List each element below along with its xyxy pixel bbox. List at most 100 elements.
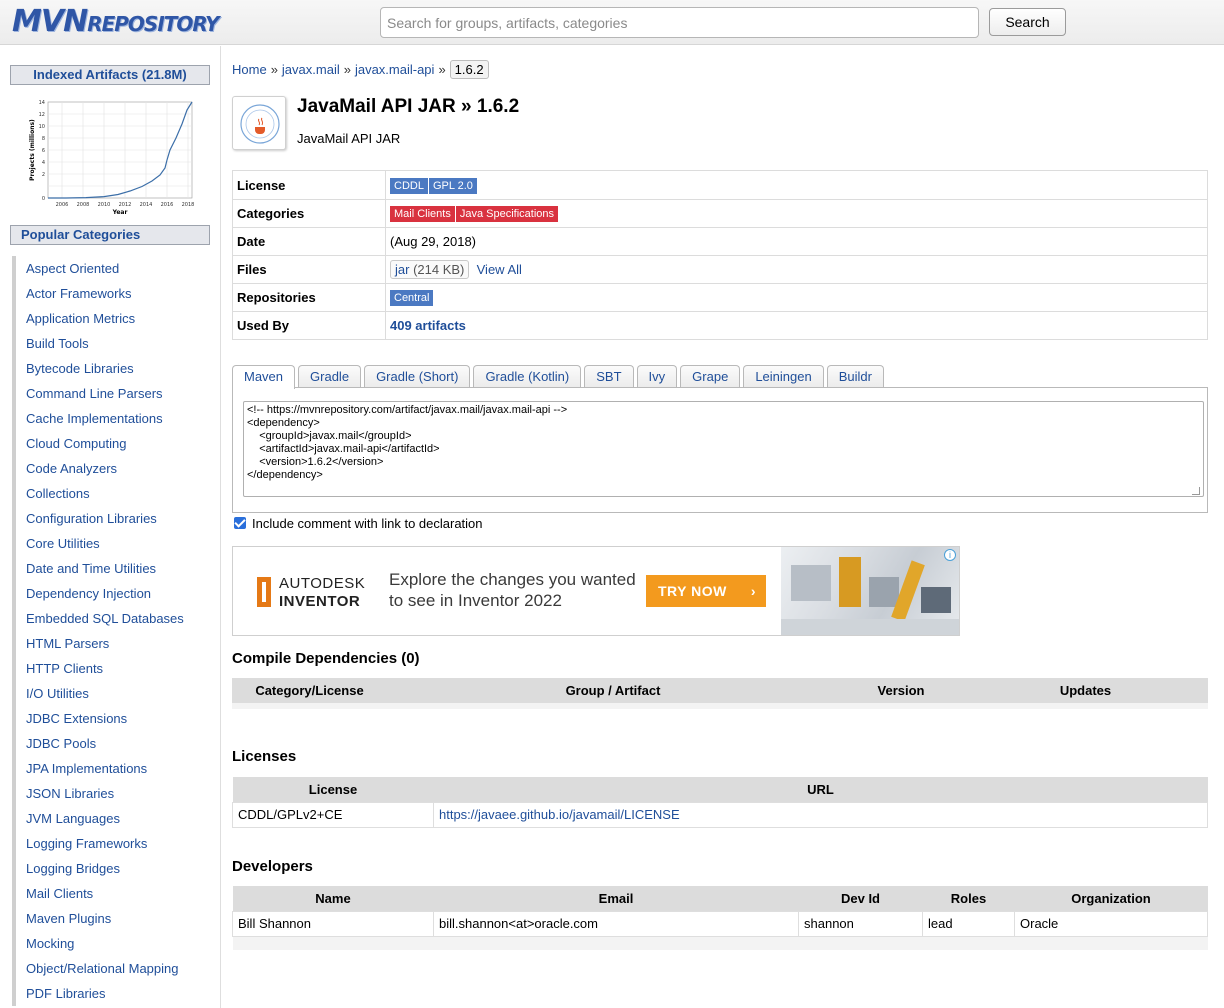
breadcrumb: Home» javax.mail» javax.mail-api» 1.6.2	[232, 60, 489, 80]
tab-maven[interactable]: Maven	[232, 365, 296, 389]
resize-grip-icon[interactable]	[1192, 487, 1200, 495]
advertisement-banner[interactable]: AUTODESK INVENTOR Explore the changes yo…	[232, 546, 960, 636]
y-tick: 10	[39, 124, 45, 130]
view-all-files-link[interactable]: View All	[477, 262, 522, 277]
category-item[interactable]: JDBC Pools	[12, 731, 212, 756]
ad-try-now-button[interactable]: TRY NOW ›	[646, 575, 766, 607]
category-item[interactable]: HTML Parsers	[12, 631, 212, 656]
x-tick: 2016	[161, 202, 174, 208]
tab-sbt[interactable]: SBT	[584, 365, 634, 388]
breadcrumb-artifact[interactable]: javax.mail-api	[355, 62, 434, 77]
chart-ylabel: Projects (millions)	[29, 119, 36, 181]
category-item[interactable]: Core Utilities	[12, 531, 212, 556]
table-row: Bill Shannon bill.shannon<at>oracle.com …	[232, 910, 1208, 937]
compile-dependencies-title: Compile Dependencies (0)	[232, 650, 420, 667]
category-item[interactable]: PDF Libraries	[12, 981, 212, 1006]
category-item[interactable]: Build Tools	[12, 331, 212, 356]
tab-gradle-kotlin[interactable]: Gradle (Kotlin)	[473, 365, 582, 388]
category-item[interactable]: Mocking	[12, 931, 212, 956]
y-tick: 2	[42, 172, 45, 178]
x-tick: 2010	[98, 202, 111, 208]
category-item[interactable]: Application Metrics	[12, 306, 212, 331]
tab-leiningen[interactable]: Leiningen	[743, 365, 824, 388]
category-item[interactable]: Code Analyzers	[12, 456, 212, 481]
category-item[interactable]: JSON Libraries	[12, 781, 212, 806]
category-item[interactable]: JPA Implementations	[12, 756, 212, 781]
ad-headline: Explore the changes you wanted to see in…	[389, 570, 636, 610]
category-item[interactable]: Mail Clients	[12, 881, 212, 906]
licenses-title: Licenses	[232, 748, 297, 765]
breadcrumb-group[interactable]: javax.mail	[282, 62, 340, 77]
breadcrumb-version: 1.6.2	[449, 60, 489, 79]
top-header: MVN REPOSITORY Search	[0, 0, 1224, 45]
table-row: CDDL/GPLv2+CE https://javaee.github.io/j…	[232, 801, 1208, 828]
page-title: JavaMail API JAR » 1.6.2	[297, 96, 520, 117]
category-item[interactable]: Object/Relational Mapping	[12, 956, 212, 981]
artifact-info-table: License CDDL GPL 2.0 Categories Mail Clie…	[232, 170, 1208, 340]
category-item[interactable]: Command Line Parsers	[12, 381, 212, 406]
indexed-artifacts-chart: 14 12 10 8 6 4 2 0 2006 2008 2010 2012 2…	[29, 100, 195, 216]
category-item[interactable]: Logging Frameworks	[12, 831, 212, 856]
x-tick: 2018	[182, 202, 195, 208]
category-item[interactable]: Actor Frameworks	[12, 281, 212, 306]
category-list: Aspect Oriented Actor Frameworks Applica…	[12, 256, 212, 1006]
y-tick: 0	[42, 196, 45, 202]
category-item[interactable]: HTTP Clients	[12, 656, 212, 681]
indexed-artifacts-heading[interactable]: Indexed Artifacts (21.8M)	[10, 65, 210, 85]
artifact-description: JavaMail API JAR	[297, 131, 401, 146]
category-item[interactable]: Collections	[12, 481, 212, 506]
dependency-snippet-textarea[interactable]: <!-- https://mvnrepository.com/artifact/…	[243, 401, 1204, 497]
used-by-link[interactable]: 409 artifacts	[390, 318, 466, 333]
category-item[interactable]: Embedded SQL Databases	[12, 606, 212, 631]
java-logo-icon	[232, 96, 286, 150]
sidebar: Indexed Artifacts (21.8M) 14 12 10 8 6 4…	[0, 46, 221, 1008]
developers-title: Developers	[232, 858, 313, 875]
repository-badge[interactable]: Central	[390, 290, 434, 306]
autodesk-inventor-icon	[257, 577, 271, 607]
x-tick: 2014	[140, 202, 153, 208]
category-item[interactable]: Configuration Libraries	[12, 506, 212, 531]
y-tick: 6	[42, 148, 45, 154]
tab-gradle[interactable]: Gradle	[298, 365, 362, 388]
x-tick: 2008	[77, 202, 90, 208]
info-row-repositories: Repositories Central	[232, 283, 1208, 312]
category-item[interactable]: JDBC Extensions	[12, 706, 212, 731]
x-tick: 2012	[119, 202, 132, 208]
mvnrepository-logo[interactable]: MVN REPOSITORY	[12, 4, 219, 40]
ad-machinery-image	[781, 547, 959, 635]
license-badge: CDDL	[390, 177, 428, 194]
category-item[interactable]: I/O Utilities	[12, 681, 212, 706]
tab-gradle-short[interactable]: Gradle (Short)	[364, 365, 471, 388]
search-button[interactable]: Search	[989, 8, 1066, 36]
popular-categories-heading: Popular Categories	[10, 225, 210, 245]
tab-buildr[interactable]: Buildr	[826, 365, 884, 388]
include-comment-option[interactable]: Include comment with link to declaration	[234, 514, 483, 532]
include-comment-checkbox[interactable]	[234, 517, 246, 529]
category-item[interactable]: Aspect Oriented	[12, 256, 212, 281]
category-item[interactable]: Cache Implementations	[12, 406, 212, 431]
category-item[interactable]: JVM Languages	[12, 806, 212, 831]
category-item[interactable]: Dependency Injection	[12, 581, 212, 606]
search-input[interactable]	[380, 7, 979, 38]
info-row-used-by: Used By 409 artifacts	[232, 311, 1208, 340]
ad-info-icon[interactable]: i	[944, 549, 956, 561]
breadcrumb-home[interactable]: Home	[232, 62, 267, 77]
tab-ivy[interactable]: Ivy	[636, 365, 678, 388]
category-badge[interactable]: Java Specifications	[455, 206, 559, 222]
category-item[interactable]: Date and Time Utilities	[12, 556, 212, 581]
license-url-link[interactable]: https://javaee.github.io/javamail/LICENS…	[439, 807, 680, 822]
release-date: (Aug 29, 2018)	[385, 227, 1208, 256]
chevron-right-icon: ›	[750, 583, 756, 599]
jar-download-link[interactable]: jar (214 KB)	[390, 260, 470, 279]
y-tick: 12	[39, 112, 45, 118]
tab-grape[interactable]: Grape	[680, 365, 741, 388]
developers-table: Name Email Dev Id Roles Organization Bil…	[232, 886, 1208, 950]
category-item[interactable]: Maven Plugins	[12, 906, 212, 931]
category-item[interactable]: Bytecode Libraries	[12, 356, 212, 381]
category-item[interactable]: Logging Bridges	[12, 856, 212, 881]
tab-panel: <!-- https://mvnrepository.com/artifact/…	[232, 387, 1208, 513]
category-item[interactable]: Cloud Computing	[12, 431, 212, 456]
y-tick: 4	[42, 160, 45, 166]
category-badge[interactable]: Mail Clients	[390, 206, 455, 222]
build-tool-tabs: Maven Gradle Gradle (Short) Gradle (Kotl…	[232, 365, 887, 389]
